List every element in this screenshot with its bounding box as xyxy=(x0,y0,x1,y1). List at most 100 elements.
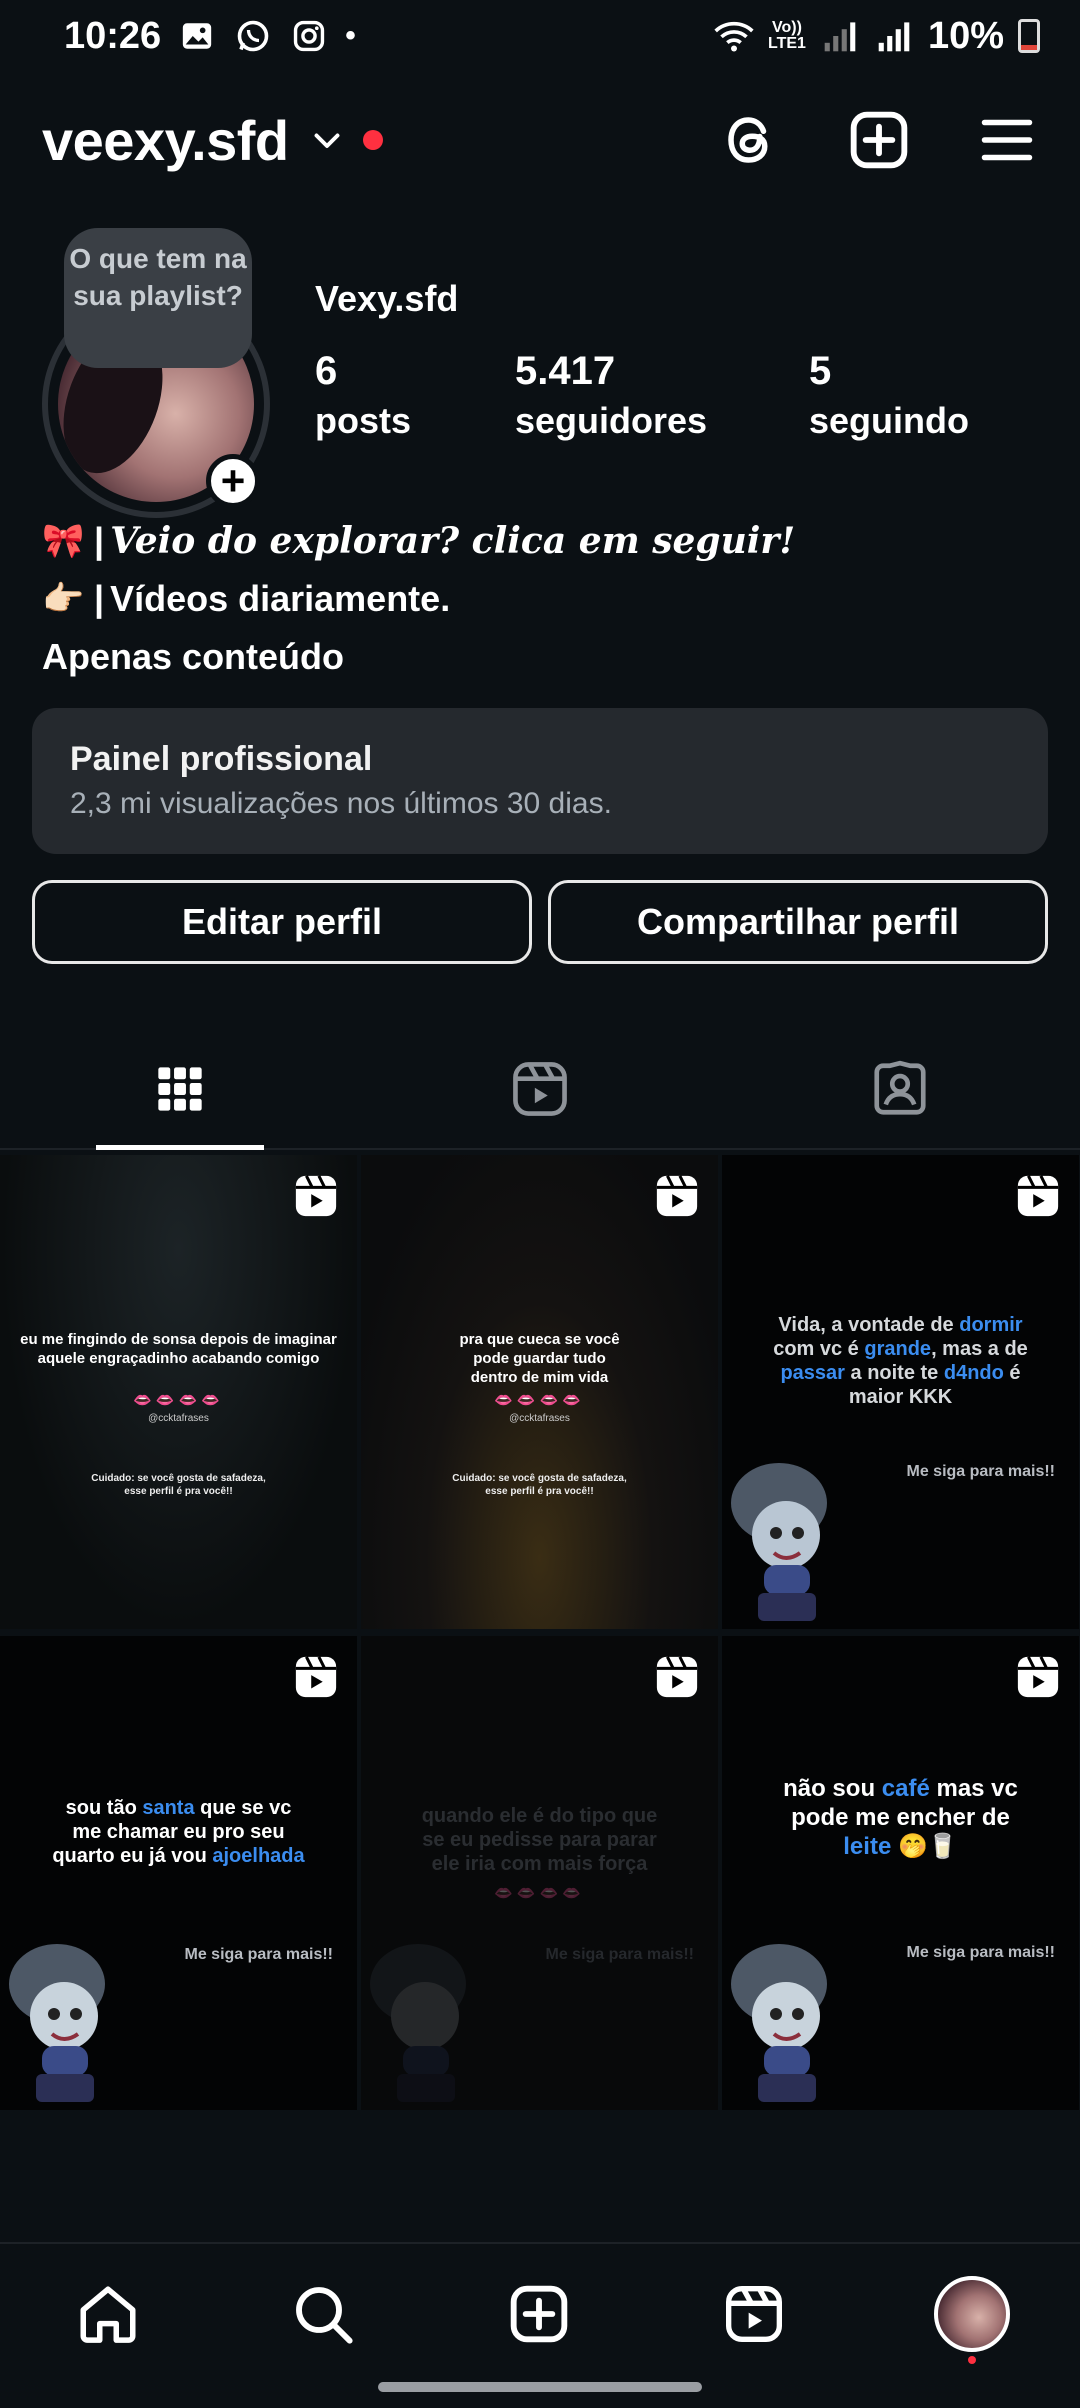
post-tile[interactable]: sou tão santa que se vc me chamar eu pro… xyxy=(0,1636,357,2110)
cartoon-character-image xyxy=(9,1944,105,2102)
volte-indicator: Vo)) LTE1 xyxy=(768,20,806,52)
dashboard-title: Painel profissional xyxy=(70,740,373,778)
signal-icon-1 xyxy=(820,16,860,56)
cartoon-character-image xyxy=(370,1944,466,2102)
grid-icon xyxy=(158,1067,202,1111)
add-story-button[interactable]: + xyxy=(206,454,260,508)
stat-label: posts xyxy=(315,400,412,441)
caption-highlight: ajoelhada xyxy=(212,1845,305,1867)
tagged-icon xyxy=(874,1060,926,1115)
post-tile[interactable]: eu me fingindo de sonsa depois de imagin… xyxy=(0,1155,357,1629)
profile-avatar xyxy=(934,2276,1010,2352)
post-caption: Vida, a vontade de dormir com vc é grand… xyxy=(722,1313,1079,1409)
professional-dashboard[interactable]: Painel profissional 2,3 mi visualizações… xyxy=(32,708,1048,854)
reel-badge-icon xyxy=(295,1175,337,1217)
menu-icon[interactable] xyxy=(972,105,1042,175)
profile-header: veexy.sfd xyxy=(42,100,1042,180)
post-caption: não sou café mas vc pode me encher de le… xyxy=(722,1774,1079,1861)
nav-home[interactable] xyxy=(68,2274,148,2354)
stat-value: 6 xyxy=(315,349,338,393)
bio: 🎀 | Veio do explorar? clica em seguir! 👉… xyxy=(42,512,1042,686)
bio-separator: | xyxy=(94,520,105,561)
tab-tagged[interactable] xyxy=(816,1030,984,1148)
caption-part: sou tão xyxy=(65,1797,143,1819)
caption-part: com vc é xyxy=(773,1338,865,1360)
nav-create[interactable] xyxy=(499,2274,579,2354)
status-bar: 10:26 • Vo)) LTE1 10% xyxy=(0,0,1080,72)
tab-grid[interactable] xyxy=(96,1030,264,1148)
cartoon-character-image xyxy=(731,1944,827,2102)
pointing-emoji: 👉🏻 xyxy=(42,580,85,618)
share-profile-button[interactable]: Compartilhar perfil xyxy=(548,880,1048,964)
caption-part: , mas a de xyxy=(931,1338,1028,1360)
bio-line-2: 👉🏻 | Vídeos diariamente. xyxy=(42,570,1042,628)
stat-followers[interactable]: 5.417 seguidores xyxy=(515,346,707,446)
caption-part: 🤭🥛 xyxy=(891,1833,958,1860)
post-follow-cta: Me siga para mais!! xyxy=(545,1946,695,1963)
reel-badge-icon xyxy=(1017,1656,1059,1698)
whatsapp-icon xyxy=(233,16,273,56)
notification-badge xyxy=(362,130,383,150)
caption-highlight: leite xyxy=(843,1833,892,1860)
notification-dot xyxy=(968,2356,976,2364)
stat-posts[interactable]: 6 posts xyxy=(315,346,411,446)
notification-dot: • xyxy=(345,19,356,52)
post-handle: @ccktafrases xyxy=(509,1413,570,1424)
reels-icon xyxy=(726,2286,782,2342)
profile-tabs xyxy=(0,1030,1080,1150)
post-caution: Cuidado: se você gosta de safadeza, esse… xyxy=(91,1473,266,1497)
chevron-down-icon[interactable] xyxy=(309,122,345,158)
post-follow-cta: Me siga para mais!! xyxy=(906,1463,1056,1480)
caption-part: a noite te xyxy=(844,1362,944,1384)
post-caption: eu me fingindo de sonsa depois de imagin… xyxy=(20,1331,337,1367)
bio-line-1: 🎀 | Veio do explorar? clica em seguir! xyxy=(42,512,1042,570)
post-caption: sou tão santa que se vc me chamar eu pro… xyxy=(0,1796,357,1868)
posts-grid: eu me fingindo de sonsa depois de imagin… xyxy=(0,1155,1080,2111)
caption-highlight: grande xyxy=(864,1338,932,1360)
bio-text-3: Apenas conteúdo xyxy=(42,636,345,677)
note-bubble[interactable]: O que tem na sua playlist? xyxy=(64,228,252,368)
edit-profile-button[interactable]: Editar perfil xyxy=(32,880,532,964)
reels-icon xyxy=(513,1062,567,1116)
caption-highlight: santa xyxy=(142,1797,195,1819)
stat-label: seguidores xyxy=(515,400,708,441)
post-hearts: 👄👄👄👄 xyxy=(494,1885,585,1902)
gallery-icon xyxy=(177,16,217,56)
new-post-icon[interactable] xyxy=(844,105,914,175)
post-follow-cta: Me siga para mais!! xyxy=(184,1946,334,1963)
nav-profile[interactable] xyxy=(932,2274,1012,2364)
post-tile[interactable]: pra que cueca se você pode guardar tudo … xyxy=(361,1155,718,1629)
caption-highlight: café xyxy=(881,1775,930,1802)
post-tile[interactable]: quando ele é do tipo que se eu pedisse p… xyxy=(361,1636,718,2110)
caption-highlight: passar xyxy=(780,1362,845,1384)
home-icon xyxy=(80,2286,136,2343)
post-tile[interactable]: Vida, a vontade de dormir com vc é grand… xyxy=(722,1155,1079,1629)
battery-icon xyxy=(1018,19,1040,53)
lte-text: LTE1 xyxy=(768,35,806,52)
wifi-icon xyxy=(714,16,754,56)
username[interactable]: veexy.sfd xyxy=(42,108,289,173)
post-hearts: 👄👄👄👄 xyxy=(494,1392,585,1409)
search-icon xyxy=(296,2287,353,2344)
gesture-handle[interactable] xyxy=(378,2382,702,2392)
status-time: 10:26 xyxy=(64,14,162,57)
post-tile[interactable]: não sou café mas vc pode me encher de le… xyxy=(722,1636,1079,2110)
stat-value: 5.417 xyxy=(515,349,616,393)
nav-reels[interactable] xyxy=(714,2274,794,2354)
nav-search[interactable] xyxy=(283,2274,363,2354)
threads-icon[interactable] xyxy=(716,105,786,175)
stat-following[interactable]: 5 seguindo xyxy=(809,346,969,446)
caption-highlight: d4ndo xyxy=(943,1362,1004,1384)
reel-badge-icon xyxy=(295,1656,337,1698)
display-name: Vexy.sfd xyxy=(315,278,459,319)
active-tab-indicator xyxy=(96,1145,264,1150)
post-caption: quando ele é do tipo que se eu pedisse p… xyxy=(421,1805,658,1875)
post-handle: @ccktafrases xyxy=(148,1413,209,1424)
stat-value: 5 xyxy=(809,349,832,393)
battery-percent: 10% xyxy=(927,14,1004,57)
signal-icon-2 xyxy=(874,16,914,56)
caption-highlight: dormir xyxy=(959,1314,1023,1336)
post-caution: Cuidado: se você gosta de safadeza, esse… xyxy=(452,1473,627,1497)
tab-reels[interactable] xyxy=(456,1030,624,1148)
instagram-icon xyxy=(289,16,329,56)
